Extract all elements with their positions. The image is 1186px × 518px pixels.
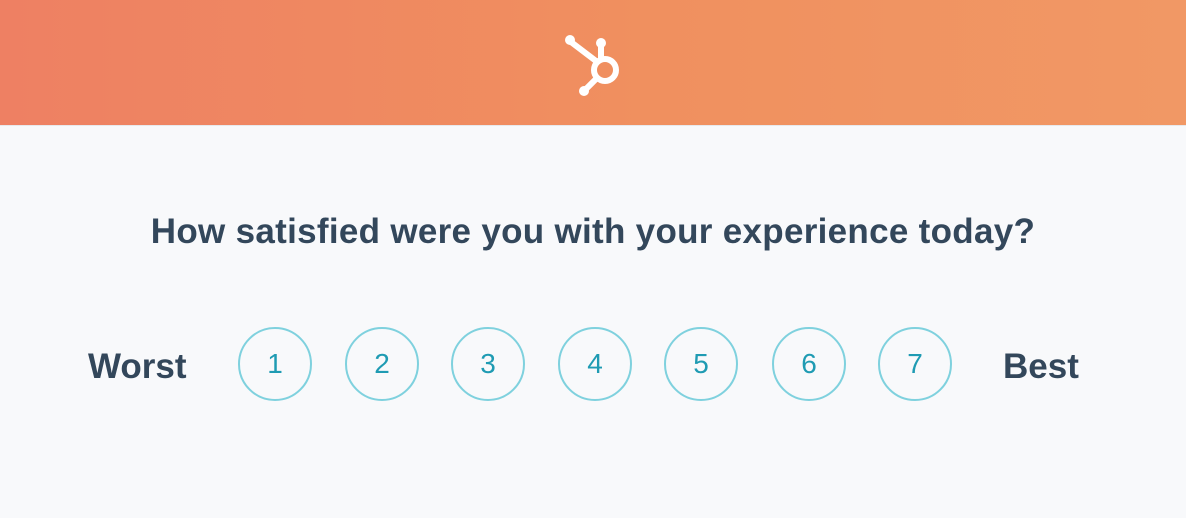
scale-high-label: Best [1003, 347, 1079, 386]
rating-option-5[interactable]: 5 [664, 327, 738, 401]
rating-option-6[interactable]: 6 [772, 327, 846, 401]
scale-low-label: Worst [88, 347, 187, 386]
rating-option-3[interactable]: 3 [451, 327, 525, 401]
hubspot-sprocket-icon [565, 35, 619, 96]
survey-header [0, 0, 1186, 126]
rating-option-1[interactable]: 1 [238, 327, 312, 401]
satisfaction-survey: How satisfied were you with your experie… [0, 0, 1186, 518]
rating-option-7[interactable]: 7 [878, 327, 952, 401]
rating-option-2[interactable]: 2 [345, 327, 419, 401]
rating-option-4[interactable]: 4 [558, 327, 632, 401]
survey-question: How satisfied were you with your experie… [150, 212, 1036, 251]
